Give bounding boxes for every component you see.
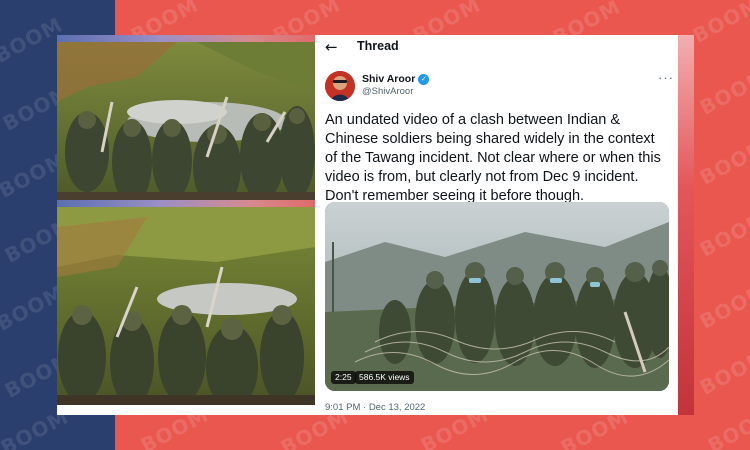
thread-title: Thread xyxy=(357,39,399,53)
verified-check-icon: ✓ xyxy=(418,73,430,85)
frame-strip xyxy=(57,200,315,207)
video-still-bottom[interactable] xyxy=(57,207,315,405)
soldiers-clash-image xyxy=(57,207,315,405)
boom-watermark: BOOM xyxy=(695,64,750,120)
video-thumbnail-image xyxy=(325,202,669,391)
video-still-top[interactable] xyxy=(57,42,315,200)
author-handle[interactable]: @ShivAroor xyxy=(362,86,413,97)
thread-header: ← Thread xyxy=(315,35,694,59)
avatar-image xyxy=(325,71,355,101)
more-horizontal-icon[interactable]: ··· xyxy=(658,70,674,85)
author-name-row: Shiv Aroor ✓ xyxy=(362,73,430,85)
video-duration-badge: 2:25 xyxy=(331,371,356,384)
boom-watermark: BOOM xyxy=(695,278,750,334)
author-name[interactable]: Shiv Aroor xyxy=(362,73,415,85)
screenshot-collage: ← Thread Shiv Aroor ✓ @ShivAroor ··· An … xyxy=(57,35,694,415)
arrow-left-icon[interactable]: ← xyxy=(325,38,338,56)
boom-watermark: BOOM xyxy=(688,0,750,48)
boom-watermark: BOOM xyxy=(695,134,750,190)
frame-strip xyxy=(57,35,315,42)
video-views-badge: 586.5K views xyxy=(355,371,414,384)
avatar[interactable] xyxy=(325,71,355,101)
tweet-timestamp[interactable]: 9:01 PM · Dec 13, 2022 xyxy=(325,402,425,413)
collage-edge-strip xyxy=(678,35,694,415)
boom-watermark: BOOM xyxy=(703,402,750,450)
boom-watermark: BOOM xyxy=(695,206,750,262)
tweet-video[interactable]: 2:25 586.5K views xyxy=(325,202,669,391)
boom-watermark: BOOM xyxy=(695,344,750,400)
tweet-panel: ← Thread Shiv Aroor ✓ @ShivAroor ··· An … xyxy=(315,35,694,415)
soldiers-clash-image xyxy=(57,42,315,200)
